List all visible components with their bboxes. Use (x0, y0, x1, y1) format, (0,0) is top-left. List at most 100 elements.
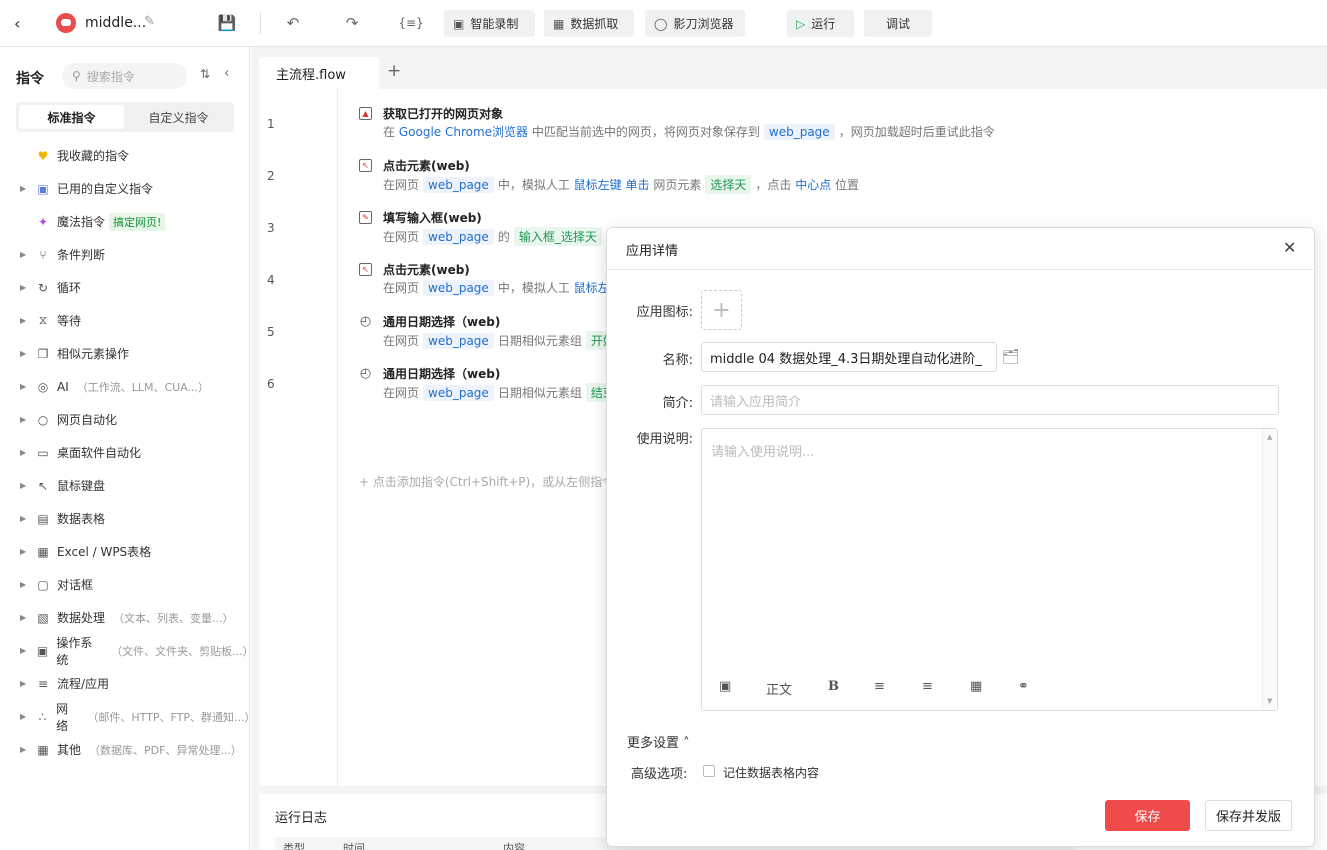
sidebar-category[interactable]: ▶ ▭ 桌面软件自动化 (0, 436, 250, 469)
sidebar-category[interactable]: ▶ ↻ 循环 (0, 271, 250, 304)
paragraph-style-button[interactable]: 正文 (766, 679, 792, 698)
step-4-description: 在网页 web_page 中，模拟人工 鼠标左 (383, 279, 610, 296)
expand-arrow-icon[interactable]: ▶ (20, 514, 32, 523)
debug-label: 调试 (885, 17, 910, 31)
sidebar-category[interactable]: ▶ ▦ Excel / WPS表格 (0, 535, 250, 568)
add-command-hint[interactable]: + 点击添加指令(Ctrl+Shift+P)，或从左侧指令 (359, 473, 614, 490)
expand-arrow-icon[interactable]: ▶ (20, 481, 32, 490)
expand-arrow-icon[interactable]: ▶ (20, 316, 32, 325)
save-icon[interactable]: 💾 (216, 12, 238, 34)
data-icon: ▧ (37, 610, 49, 625)
mouse-action-link[interactable]: 鼠标左 (574, 281, 610, 295)
sidebar-category[interactable]: ▶ ▤ 数据表格 (0, 502, 250, 535)
tab-main-flow[interactable]: 主流程.flow (259, 57, 379, 89)
expand-arrow-icon[interactable]: ▶ (20, 349, 32, 358)
variable-chip[interactable]: web_page (423, 385, 494, 401)
scroll-up-icon[interactable]: ▲ (1267, 433, 1272, 441)
app-name[interactable]: middle... (85, 15, 146, 31)
redo-icon[interactable]: ↷ (341, 12, 363, 34)
save-button[interactable]: 保存 (1105, 800, 1190, 831)
browser-link[interactable]: Google Chrome浏览器 (399, 125, 528, 139)
save-and-publish-button[interactable]: 保存并发版 (1205, 800, 1292, 831)
step-title: 通用日期选择（web) (383, 315, 501, 329)
desc-text: 在网页 (383, 230, 420, 244)
variable-chip[interactable]: web_page (423, 229, 494, 245)
sidebar-category[interactable]: ▶ ∴ 网络 （邮件、HTTP、FTP、群通知...） (0, 700, 256, 733)
add-command-text: 点击添加指令(Ctrl+Shift+P)，或从左侧指令 (372, 475, 615, 489)
name-input[interactable]: middle 04 数据处理_4.3日期处理自动化进阶_ (701, 342, 997, 372)
intro-input[interactable]: 请输入应用简介 (701, 385, 1279, 415)
bold-button[interactable]: B (828, 679, 839, 694)
search-input[interactable]: ⚲ 搜索指令 (62, 63, 187, 89)
back-icon[interactable]: ‹ (14, 14, 30, 33)
expand-arrow-icon[interactable]: ▶ (20, 382, 32, 391)
expand-arrow-icon[interactable]: ▶ (20, 745, 32, 754)
variables-icon[interactable]: {≡} (396, 12, 426, 34)
data-capture-button[interactable]: ▦ 数据抓取 (544, 10, 634, 37)
web-page-icon: ▲ (359, 107, 372, 120)
sidebar-category[interactable]: ▶ ▣ 操作系统 （文件、文件夹、剪贴板...） (0, 634, 254, 667)
sidebar-category[interactable]: ▶ ❐ 相似元素操作 (0, 337, 250, 370)
smart-record-button[interactable]: ▣ 智能录制 (444, 10, 535, 37)
edit-name-icon[interactable]: ✎ (144, 14, 155, 29)
undo-icon[interactable]: ↶ (282, 12, 304, 34)
scroll-down-icon[interactable]: ▼ (1267, 697, 1272, 705)
expand-arrow-icon[interactable]: ▶ (20, 712, 32, 721)
sort-icon[interactable]: ⇅ (200, 67, 210, 81)
sidebar-category[interactable]: ▶ ⑂ 条件判断 (0, 238, 250, 271)
image-icon[interactable]: ▣ (719, 679, 731, 694)
expand-arrow-icon[interactable]: ▶ (20, 679, 32, 688)
sidebar-category[interactable]: ▶ ▧ 数据处理 （文本、列表、变量...） (0, 601, 250, 634)
mouse-action-link[interactable]: 鼠标左键 单击 (574, 178, 650, 192)
sidebar-category[interactable]: ✦ 魔法指令 搞定网页! (0, 205, 250, 238)
expand-arrow-icon[interactable]: ▶ (20, 250, 32, 259)
tab-standard-commands[interactable]: 标准指令 (19, 105, 124, 129)
expand-arrow-icon[interactable]: ▶ (20, 415, 32, 424)
tab-custom-commands[interactable]: 自定义指令 (126, 105, 231, 129)
remember-table-checkbox[interactable] (703, 765, 715, 777)
sidebar-category[interactable]: ▶ ⧖ 等待 (0, 304, 250, 337)
expand-arrow-icon[interactable]: ▶ (20, 613, 32, 622)
sidebar-category[interactable]: ♥ 我收藏的指令 (0, 139, 250, 172)
sidebar-category[interactable]: ▶ ▢ 对话框 (0, 568, 250, 601)
ordered-list-icon[interactable]: ≡ (874, 679, 885, 694)
expand-arrow-icon[interactable]: ▶ (20, 184, 32, 193)
expand-arrow-icon[interactable]: ▶ (20, 283, 32, 292)
upload-app-icon-button[interactable]: + (701, 290, 742, 330)
link-icon[interactable]: ⚭ (1018, 679, 1029, 694)
element-chip[interactable]: 输入框_选择天 (513, 227, 602, 246)
sidebar-category[interactable]: ▶ ▣ 已用的自定义指令 (0, 172, 250, 205)
sidebar-category[interactable]: ▶ ◎ AI （工作流、LLM、CUA...） (0, 370, 250, 403)
expand-arrow-icon[interactable]: ▶ (20, 646, 32, 655)
sidebar-category-label: 桌面软件自动化 (57, 446, 142, 460)
run-button[interactable]: ▷ 运行 (787, 10, 854, 37)
briefcase-icon: ▣ (36, 643, 49, 658)
expand-arrow-icon[interactable]: ▶ (20, 580, 32, 589)
debug-button[interactable]: 调试 (864, 10, 932, 37)
usage-label: 使用说明: (636, 432, 693, 447)
bullet-list-icon[interactable]: ≡ (922, 679, 933, 694)
folder-icon[interactable]: 🗂 (1002, 349, 1020, 365)
sidebar-category[interactable]: ▶ ≡ 流程/应用 (0, 667, 250, 700)
sidebar-category[interactable]: ▶ ▦ 其他 （数据库、PDF、异常处理...） (0, 733, 250, 766)
collapse-sidebar-icon[interactable]: ‹ (224, 66, 229, 81)
close-icon[interactable]: ✕ (1283, 238, 1296, 257)
element-chip[interactable]: 选择天 (705, 175, 752, 194)
add-tab-icon[interactable]: + (387, 61, 401, 81)
more-settings-toggle[interactable]: 更多设置 ˄ (627, 732, 690, 751)
remember-table-label[interactable]: 记住数据表格内容 (723, 764, 819, 781)
position-link[interactable]: 中心点 (795, 178, 831, 192)
browser-button[interactable]: ◯ 影刀浏览器 (645, 10, 745, 37)
sidebar-category[interactable]: ▶ ↖ 鼠标键盘 (0, 469, 250, 502)
textarea-scrollbar[interactable]: ▲ ▼ (1262, 429, 1277, 710)
expand-arrow-icon[interactable]: ▶ (20, 448, 32, 457)
name-value: middle 04 数据处理_4.3日期处理自动化进阶_ (710, 351, 982, 367)
usage-textarea[interactable]: 请输入使用说明... ▣ 正文 B ≡ ≡ ▦ ⚭ ▲ ▼ (701, 428, 1278, 711)
sidebar-category[interactable]: ▶ ○ 网页自动化 (0, 403, 250, 436)
variable-chip[interactable]: web_page (423, 280, 494, 296)
expand-arrow-icon[interactable]: ▶ (20, 547, 32, 556)
variable-chip[interactable]: web_page (423, 177, 494, 193)
variable-chip[interactable]: web_page (763, 124, 835, 140)
variable-chip[interactable]: web_page (423, 333, 494, 349)
table-icon[interactable]: ▦ (970, 679, 982, 694)
